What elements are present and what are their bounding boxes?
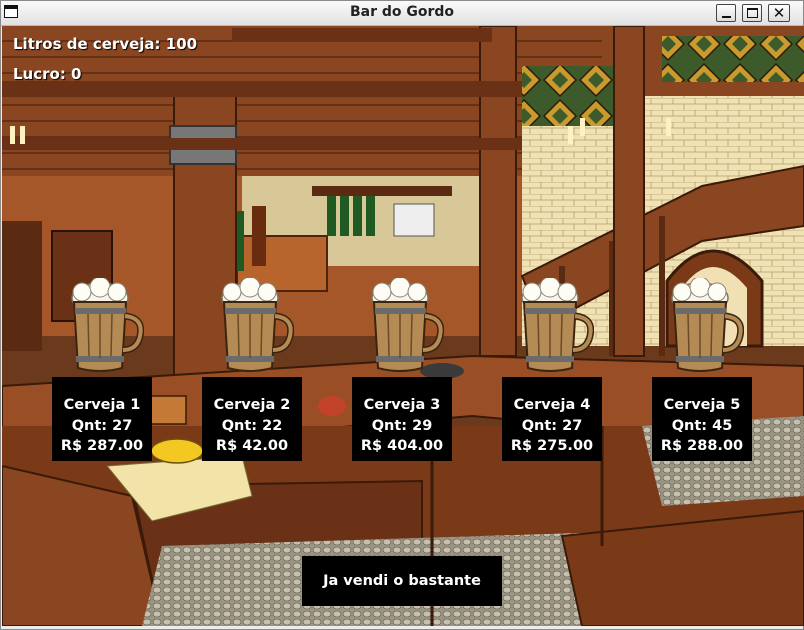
app-window: Bar do Gordo ✕ Litros de cerveja: 100 Lu… xyxy=(0,0,804,630)
beer-quantity: Qnt: 27 xyxy=(521,417,583,434)
beer-label[interactable]: Cerveja 3 Qnt: 29 R$ 404.00 xyxy=(352,377,452,461)
beer-name: Cerveja 5 xyxy=(663,397,741,413)
beer-mug-icon xyxy=(671,278,744,372)
beer-price: R$ 275.00 xyxy=(510,438,594,454)
minimize-button[interactable] xyxy=(716,4,736,22)
beer-slot-3[interactable]: Cerveja 3 Qnt: 29 R$ 404.00 xyxy=(352,278,502,462)
beer-slot-1[interactable]: Cerveja 1 Qnt: 27 R$ 287.00 xyxy=(52,278,202,462)
beer-price: R$ 404.00 xyxy=(360,438,444,454)
close-icon: ✕ xyxy=(772,4,786,22)
beer-name: Cerveja 4 xyxy=(513,397,591,413)
beer-price: R$ 287.00 xyxy=(60,438,144,454)
profit-display: Lucro: 0 xyxy=(13,65,82,83)
beer-mug-icon xyxy=(521,278,594,372)
minimize-icon xyxy=(722,16,731,18)
beer-name: Cerveja 1 xyxy=(63,397,141,413)
beer-slot-2[interactable]: Cerveja 2 Qnt: 22 R$ 42.00 xyxy=(202,278,352,462)
beer-mug-icon xyxy=(71,278,144,372)
maximize-icon xyxy=(747,8,758,18)
beer-mug-icon xyxy=(371,278,444,372)
sold-enough-button[interactable]: Ja vendi o bastante xyxy=(302,556,502,606)
beer-quantity: Qnt: 22 xyxy=(221,417,283,434)
title-bar[interactable]: Bar do Gordo ✕ xyxy=(1,1,803,26)
close-button[interactable]: ✕ xyxy=(768,4,790,22)
game-canvas: Litros de cerveja: 100 Lucro: 0 Cerveja … xyxy=(2,26,804,626)
beer-label[interactable]: Cerveja 5 Qnt: 45 R$ 288.00 xyxy=(652,377,752,461)
beer-name: Cerveja 2 xyxy=(213,397,291,413)
beer-label[interactable]: Cerveja 4 Qnt: 27 R$ 275.00 xyxy=(502,377,602,461)
beer-price: R$ 288.00 xyxy=(660,438,744,454)
beer-label[interactable]: Cerveja 1 Qnt: 27 R$ 287.00 xyxy=(52,377,152,461)
beer-slot-5[interactable]: Cerveja 5 Qnt: 45 R$ 288.00 xyxy=(652,278,802,462)
beer-liters-display: Litros de cerveja: 100 xyxy=(13,35,198,53)
beer-label[interactable]: Cerveja 2 Qnt: 22 R$ 42.00 xyxy=(202,377,302,461)
maximize-button[interactable] xyxy=(742,4,762,22)
beer-quantity: Qnt: 27 xyxy=(71,417,133,434)
beer-slot-4[interactable]: Cerveja 4 Qnt: 27 R$ 275.00 xyxy=(502,278,652,462)
beer-name: Cerveja 3 xyxy=(363,397,441,413)
beer-quantity: Qnt: 29 xyxy=(371,417,433,434)
window-title: Bar do Gordo xyxy=(349,4,455,20)
beer-price: R$ 42.00 xyxy=(215,438,289,454)
beer-quantity: Qnt: 45 xyxy=(671,417,733,434)
beer-mug-icon xyxy=(221,278,294,372)
